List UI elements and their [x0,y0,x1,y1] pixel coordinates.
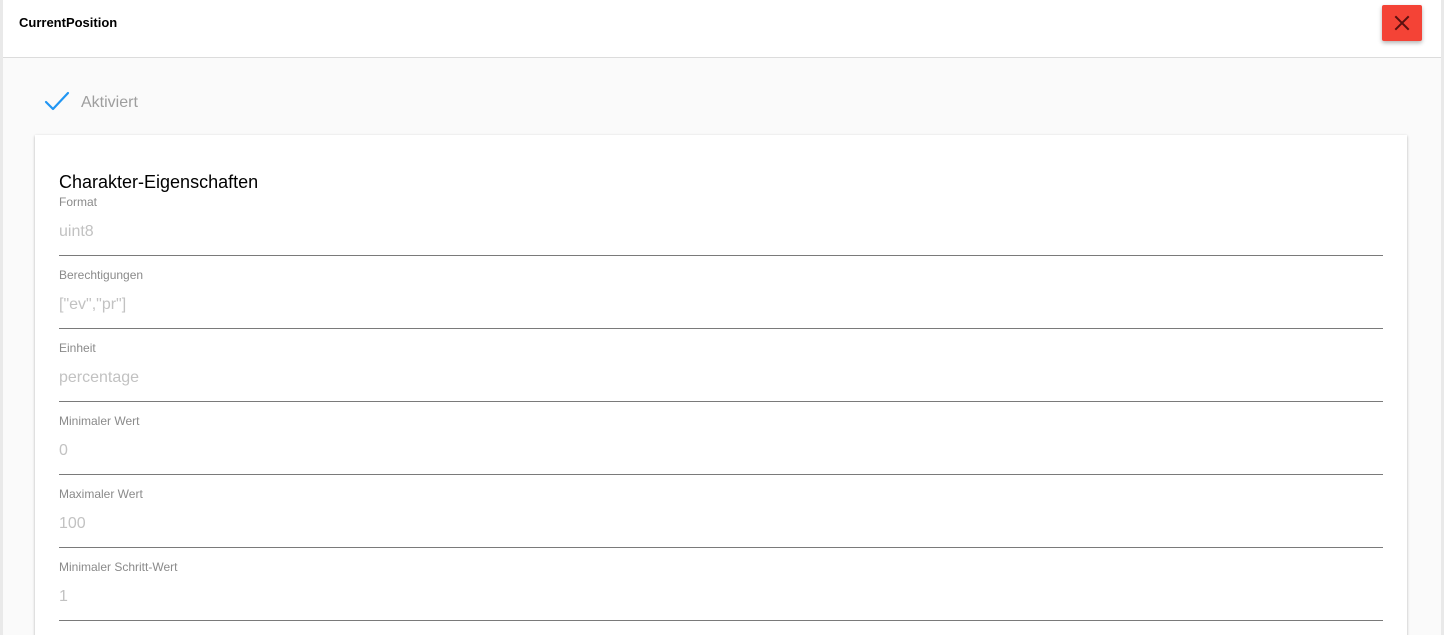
min-value-field[interactable]: Minimaler Wert 0 [59,414,1383,475]
characteristic-dialog: CurrentPosition Aktiviert Charakter-Eige… [3,0,1441,635]
dialog-header: CurrentPosition [3,0,1441,58]
close-button[interactable] [1382,5,1422,41]
max-value-field[interactable]: Maximaler Wert 100 [59,487,1383,548]
characteristic-properties-card: Charakter-Eigenschaften Format uint8 Ber… [35,135,1407,635]
format-value: uint8 [59,223,94,240]
min-step-field[interactable]: Minimaler Schritt-Wert 1 [59,560,1383,621]
card-title: Charakter-Eigenschaften [59,172,259,192]
unit-value: percentage [59,369,140,386]
permissions-value: ["ev","pr"] [59,296,127,313]
min-value-label: Minimaler Wert [59,414,140,428]
enabled-label: Aktiviert [81,94,138,111]
permissions-label: Berechtigungen [59,268,144,282]
format-label: Format [59,195,98,209]
min-step-label: Minimaler Schritt-Wert [59,560,178,574]
check-icon [44,91,70,111]
min-step-value: 1 [59,588,68,605]
close-icon [1394,15,1410,31]
unit-label: Einheit [59,341,96,355]
max-value-label: Maximaler Wert [59,487,143,501]
unit-field[interactable]: Einheit percentage [59,341,1383,402]
dialog-title: CurrentPosition [19,15,118,30]
permissions-field[interactable]: Berechtigungen ["ev","pr"] [59,268,1383,329]
min-value-value: 0 [59,442,68,459]
max-value-value: 100 [59,515,86,532]
format-field[interactable]: Format uint8 [59,195,1383,256]
